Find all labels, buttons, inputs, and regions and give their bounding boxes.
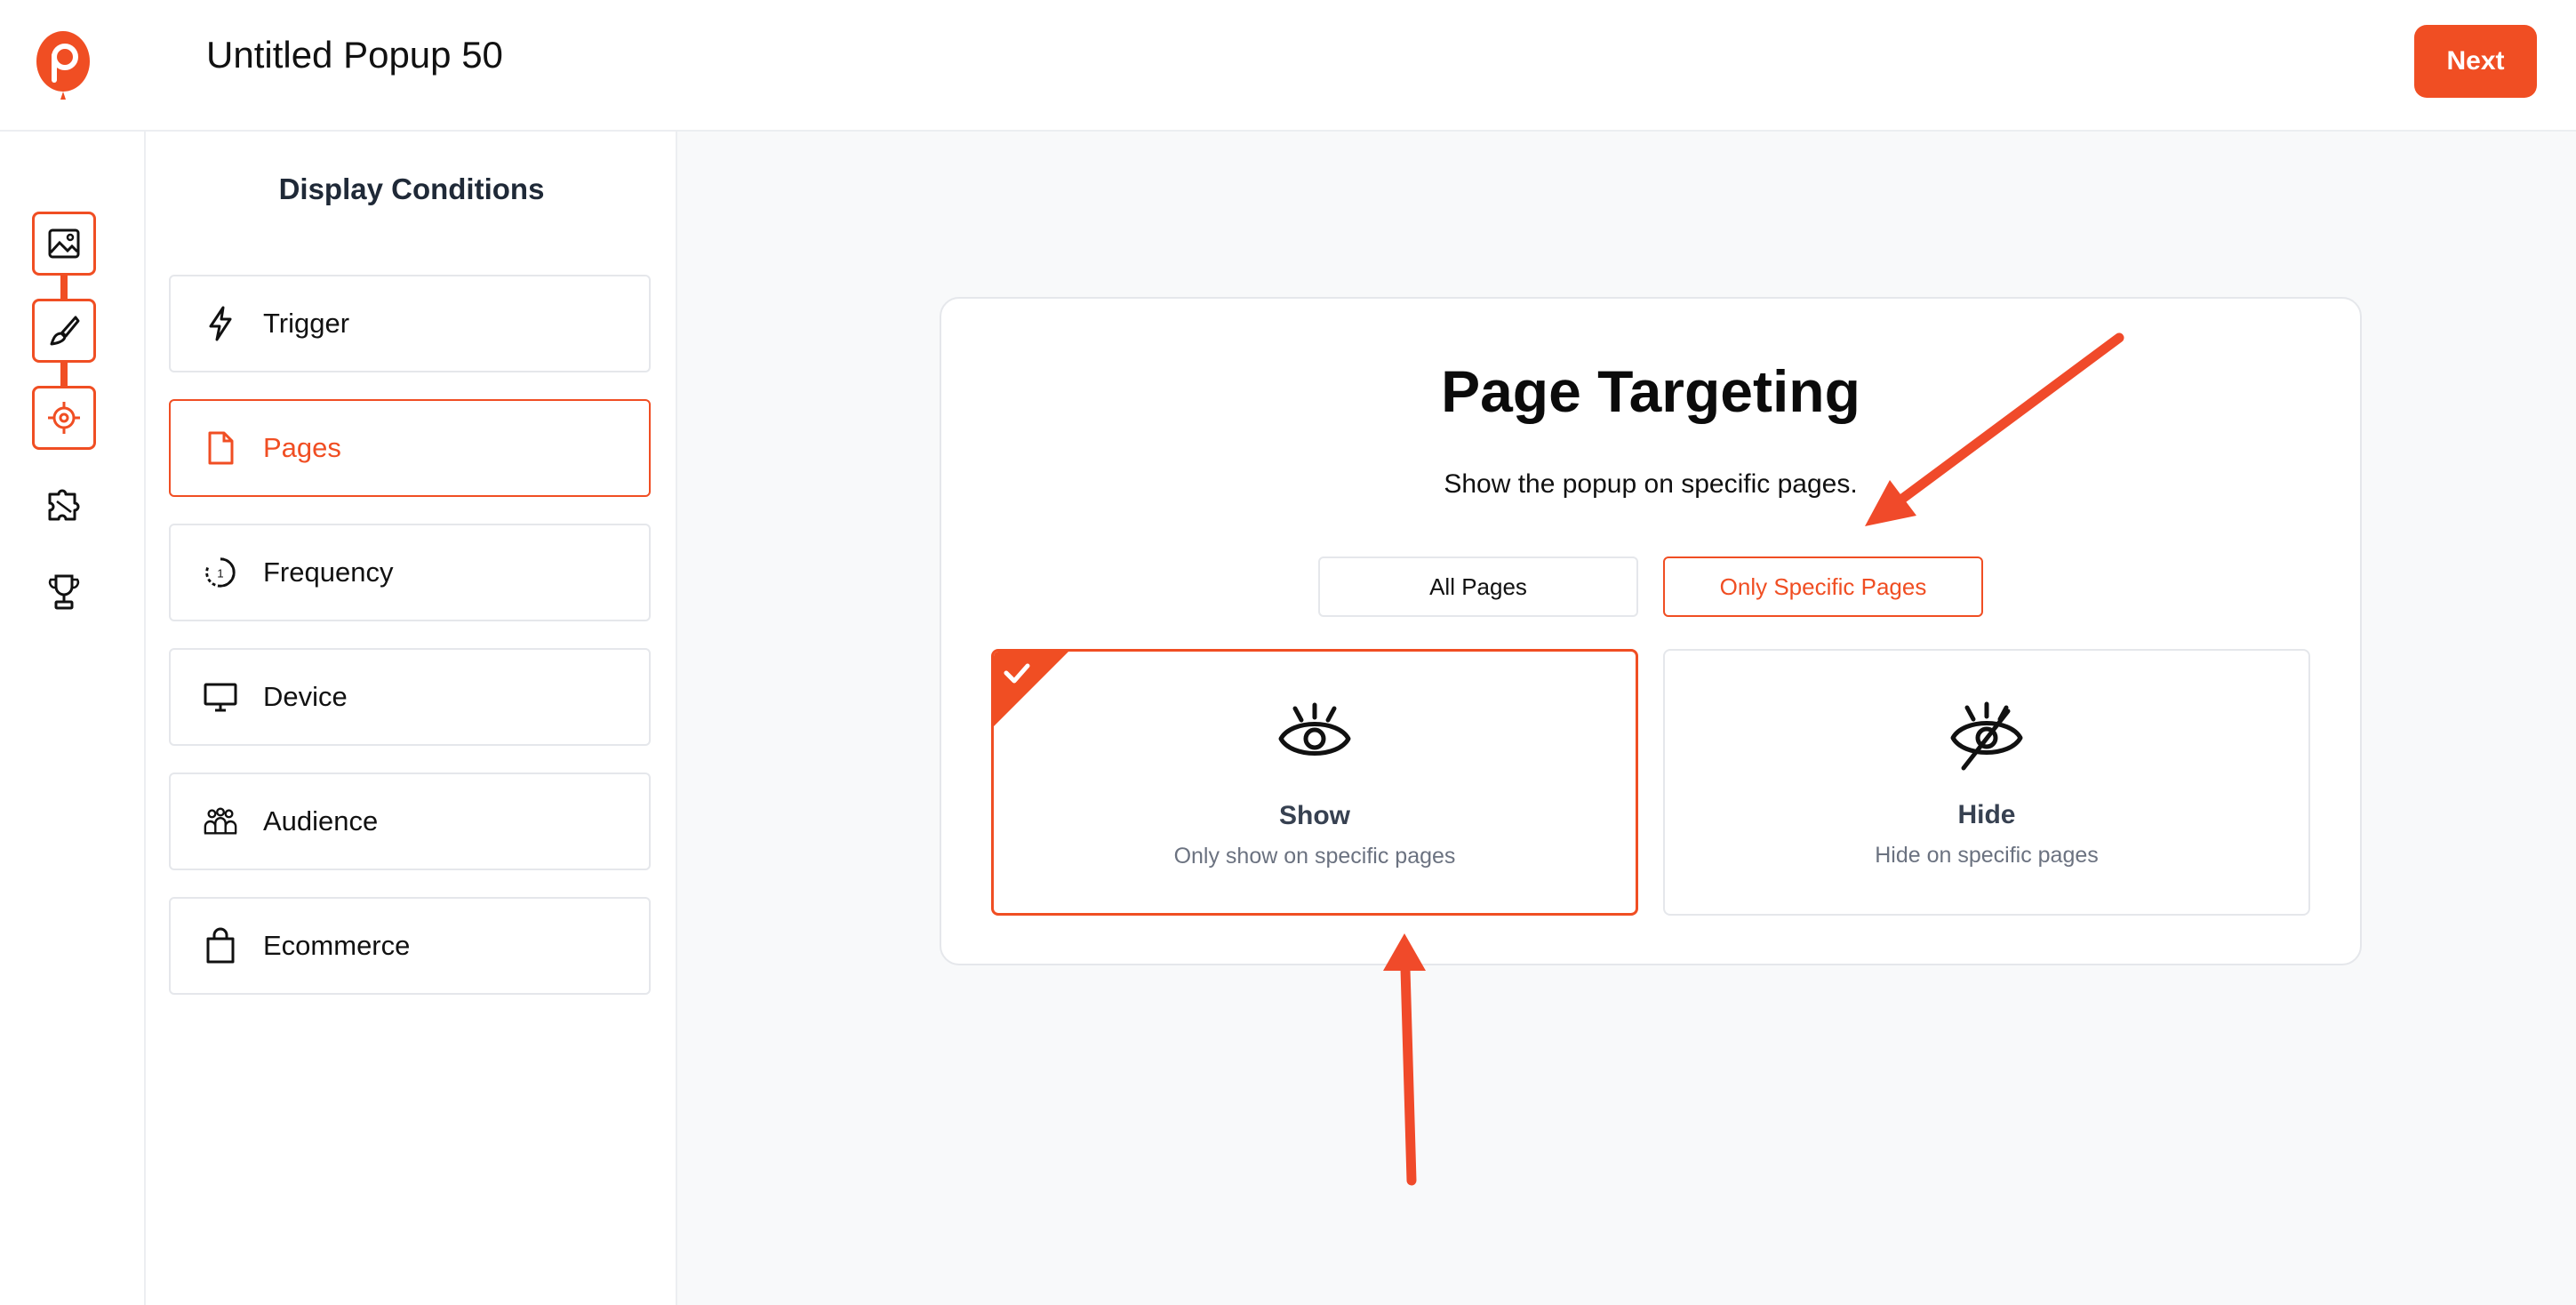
condition-pages[interactable]: Pages <box>169 399 651 497</box>
eye-icon <box>1278 702 1351 756</box>
condition-label: Trigger <box>263 308 350 339</box>
rail-step-display-conditions[interactable] <box>32 386 96 450</box>
top-bar: Untitled Popup 50 Next <box>0 0 2576 132</box>
popup-title[interactable]: Untitled Popup 50 <box>206 34 503 76</box>
show-option-card[interactable]: Show Only show on specific pages <box>991 649 1638 916</box>
rail-step-design-image[interactable] <box>32 212 96 276</box>
trophy-icon <box>48 574 80 610</box>
condition-trigger[interactable]: Trigger <box>169 275 651 372</box>
svg-text:1: 1 <box>217 567 223 580</box>
rail-integrations[interactable] <box>32 473 96 537</box>
condition-ecommerce[interactable]: Ecommerce <box>169 897 651 995</box>
eye-off-icon <box>1950 701 2023 771</box>
condition-audience[interactable]: Audience <box>169 773 651 870</box>
step-rail <box>0 132 146 1305</box>
document-icon <box>203 430 238 466</box>
timer-icon: 1 <box>203 555 238 590</box>
image-icon <box>48 228 80 259</box>
hide-option-card[interactable]: Hide Hide on specific pages <box>1663 649 2310 916</box>
condition-frequency[interactable]: 1 Frequency <box>169 524 651 621</box>
all-pages-toggle[interactable]: All Pages <box>1318 556 1638 617</box>
condition-label: Frequency <box>263 556 394 588</box>
lightning-icon <box>203 306 238 341</box>
rail-goals[interactable] <box>32 560 96 624</box>
condition-label: Device <box>263 681 348 712</box>
rail-step-style[interactable] <box>32 299 96 363</box>
app-logo[interactable] <box>34 28 92 103</box>
page-targeting-subtitle: Show the popup on specific pages. <box>1444 469 1858 499</box>
condition-label: Ecommerce <box>263 930 411 961</box>
display-conditions-panel: Display Conditions Trigger Pages 1 Frequ… <box>146 132 677 1305</box>
people-icon <box>203 804 238 839</box>
condition-label: Audience <box>263 805 379 837</box>
puzzle-icon <box>48 489 80 521</box>
show-option-description: Only show on specific pages <box>1173 844 1456 869</box>
show-option-title: Show <box>1279 801 1350 830</box>
condition-label: Pages <box>263 432 341 463</box>
next-button[interactable]: Next <box>2414 25 2537 98</box>
brush-icon <box>50 316 80 346</box>
condition-device[interactable]: Device <box>169 648 651 746</box>
hide-option-title: Hide <box>1957 800 2016 829</box>
target-icon <box>48 402 80 434</box>
hide-option-description: Hide on specific pages <box>1875 843 2099 868</box>
page-targeting-title: Page Targeting <box>1441 358 1860 424</box>
shopping-bag-icon <box>203 927 238 964</box>
monitor-icon <box>203 679 238 715</box>
only-specific-pages-toggle[interactable]: Only Specific Pages <box>1663 556 1983 617</box>
page-targeting-card: Page Targeting Show the popup on specifi… <box>940 297 2362 965</box>
panel-title: Display Conditions <box>278 172 545 205</box>
